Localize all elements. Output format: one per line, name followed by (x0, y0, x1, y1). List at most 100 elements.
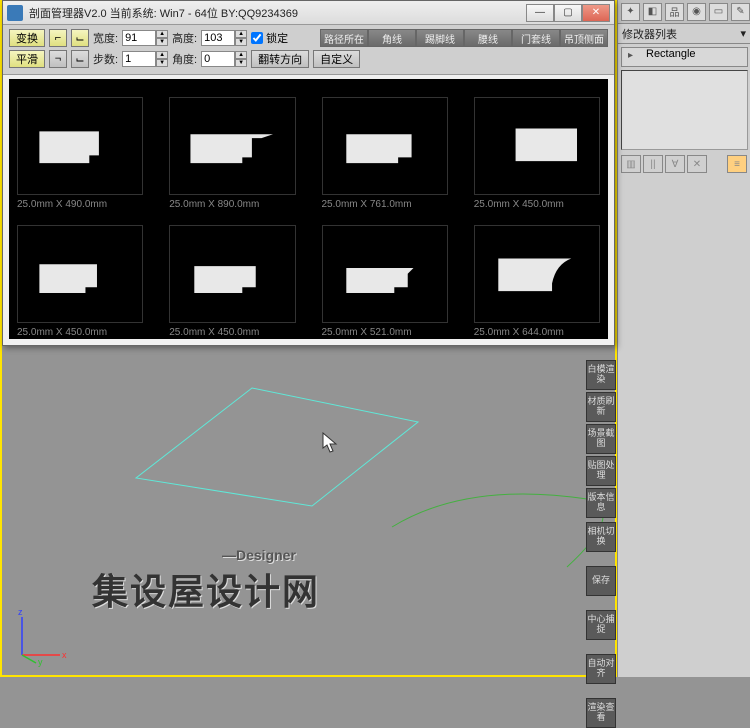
lock-check-input[interactable] (251, 32, 263, 44)
thumb-caption: 25.0mm X 450.0mm (169, 327, 295, 339)
profile-grid: 25.0mm X 490.0mm 25.0mm X 890.0mm 25.0mm… (9, 79, 608, 339)
modifier-controls: ▥ || ∀ ✕ ≡ (621, 153, 747, 175)
smooth-button[interactable]: 平滑 (9, 50, 45, 68)
up-icon[interactable]: ▲ (235, 30, 247, 38)
height-input[interactable] (201, 30, 235, 46)
angle-label: 角度: (172, 51, 197, 67)
corner-tr-icon[interactable]: ¬ (49, 50, 67, 68)
corner-tl-icon[interactable]: ⌐ (49, 29, 67, 47)
profile-thumb[interactable]: 25.0mm X 644.0mm (474, 225, 600, 339)
unique-icon[interactable]: ∀ (665, 155, 685, 173)
angle-input[interactable] (201, 51, 235, 67)
height-spinner[interactable]: ▲▼ (201, 30, 247, 46)
thumb-caption: 25.0mm X 490.0mm (17, 199, 143, 215)
profile-thumb[interactable]: 25.0mm X 450.0mm (169, 225, 295, 339)
window-title: 剖面管理器V2.0 当前系统: Win7 - 64位 BY:QQ9234369 (29, 5, 526, 21)
width-label: 宽度: (93, 30, 118, 46)
lock-checkbox[interactable]: 锁定 (251, 30, 288, 46)
side-toolbar-upper: 白模渲染 材质刷新 场景截图 贴图处理 版本信息 (586, 360, 616, 518)
cat-doorframe[interactable]: 门套线 (512, 29, 560, 47)
steps-label: 步数: (93, 51, 118, 67)
watermark-sub: —Designer (222, 547, 320, 563)
minimize-button[interactable]: — (526, 4, 554, 22)
side-btn-camera[interactable]: 相机切换 (586, 522, 616, 552)
down-icon[interactable]: ▼ (235, 38, 247, 46)
thumb-caption: 25.0mm X 890.0mm (169, 199, 295, 215)
modifier-list-header[interactable]: 修改器列表 ▾ (618, 24, 750, 44)
corner-bl-icon[interactable]: ⌙ (71, 50, 89, 68)
axis-gizmo: z x y (12, 605, 72, 665)
show-end-icon[interactable]: || (643, 155, 663, 173)
angle-spinner[interactable]: ▲▼ (201, 51, 247, 67)
profile-thumb[interactable]: 25.0mm X 450.0mm (474, 97, 600, 215)
side-btn-texture[interactable]: 贴图处理 (586, 456, 616, 486)
wireframe-rectangle[interactable] (132, 382, 422, 512)
command-panel: ✦ ◧ 品 ◉ ▭ ✎ 修改器列表 ▾ Rectangle ▥ || ∀ ✕ ≡ (617, 0, 750, 677)
pin-stack-icon[interactable]: ▥ (621, 155, 641, 173)
close-button[interactable]: ✕ (582, 4, 610, 22)
thumb-caption: 25.0mm X 761.0mm (322, 199, 448, 215)
cat-baseboard[interactable]: 踢脚线 (416, 29, 464, 47)
wireframe-ellipse[interactable] (387, 487, 617, 587)
flip-button[interactable]: 翻转方向 (251, 50, 309, 68)
cursor-icon (322, 432, 340, 454)
motion-tab-icon[interactable]: ◉ (687, 3, 706, 21)
cat-chair[interactable]: 腰线 (464, 29, 512, 47)
modifier-stack-item[interactable]: Rectangle (621, 47, 748, 67)
custom-button[interactable]: 自定义 (313, 50, 360, 68)
side-btn-screenshot[interactable]: 场景截图 (586, 424, 616, 454)
side-btn-version[interactable]: 版本信息 (586, 488, 616, 518)
steps-spinner[interactable]: ▲▼ (122, 51, 168, 67)
down-icon[interactable]: ▼ (235, 59, 247, 67)
lock-label: 锁定 (266, 30, 288, 46)
side-btn-matrefresh[interactable]: 材质刷新 (586, 392, 616, 422)
profile-thumb[interactable]: 25.0mm X 890.0mm (169, 97, 295, 215)
side-btn-snap[interactable]: 中心捕捉 (586, 610, 616, 640)
down-icon[interactable]: ▼ (156, 38, 168, 46)
modifier-list-label: 修改器列表 (622, 26, 677, 42)
utilities-tab-icon[interactable]: ✎ (731, 3, 750, 21)
window-buttons: — ▢ ✕ (526, 4, 610, 22)
maximize-button[interactable]: ▢ (554, 4, 582, 22)
hierarchy-tab-icon[interactable]: 品 (665, 3, 684, 21)
down-icon[interactable]: ▼ (156, 59, 168, 67)
category-bar: 路径所在 角线 踢脚线 腰线 门套线 吊顶侧面 (320, 29, 608, 47)
cat-ceiling[interactable]: 吊顶侧面 (560, 29, 608, 47)
cat-corner[interactable]: 角线 (368, 29, 416, 47)
side-btn-whiterender[interactable]: 白模渲染 (586, 360, 616, 390)
modifier-stack[interactable] (621, 70, 748, 150)
up-icon[interactable]: ▲ (156, 30, 168, 38)
thumb-caption: 25.0mm X 521.0mm (322, 327, 448, 339)
titlebar[interactable]: 剖面管理器V2.0 当前系统: Win7 - 64位 BY:QQ9234369 … (3, 1, 614, 25)
profile-thumb[interactable]: 25.0mm X 450.0mm (17, 225, 143, 339)
up-icon[interactable]: ▲ (156, 51, 168, 59)
replace-button[interactable]: 变换 (9, 29, 45, 47)
up-icon[interactable]: ▲ (235, 51, 247, 59)
profile-thumb[interactable]: 25.0mm X 761.0mm (322, 97, 448, 215)
width-input[interactable] (122, 30, 156, 46)
remove-mod-icon[interactable]: ✕ (687, 155, 707, 173)
axis-z-label: z (18, 607, 23, 617)
side-btn-save[interactable]: 保存 (586, 566, 616, 596)
command-panel-tabs: ✦ ◧ 品 ◉ ▭ ✎ (618, 0, 750, 24)
corner-br-icon[interactable]: ⌙ (71, 29, 89, 47)
thumb-caption: 25.0mm X 644.0mm (474, 327, 600, 339)
create-tab-icon[interactable]: ✦ (621, 3, 640, 21)
side-btn-renderview[interactable]: 渲染查看 (586, 698, 616, 728)
width-spinner[interactable]: ▲▼ (122, 30, 168, 46)
axis-x-label: x (62, 650, 67, 660)
side-toolbar-lower: 相机切换 保存 中心捕捉 自动对齐 渲染查看 (586, 522, 616, 728)
profile-thumb[interactable]: 25.0mm X 490.0mm (17, 97, 143, 215)
modify-tab-icon[interactable]: ◧ (643, 3, 662, 21)
profile-thumb[interactable]: 25.0mm X 521.0mm (322, 225, 448, 339)
app-icon (7, 5, 23, 21)
display-tab-icon[interactable]: ▭ (709, 3, 728, 21)
axis-y-label: y (38, 657, 43, 667)
configure-icon[interactable]: ≡ (727, 155, 747, 173)
dropdown-icon: ▾ (740, 27, 746, 40)
watermark: —Designer 集设屋设计网 (92, 547, 320, 615)
side-btn-align[interactable]: 自动对齐 (586, 654, 616, 684)
steps-input[interactable] (122, 51, 156, 67)
watermark-brand: 集设屋设计网 (92, 571, 320, 612)
cat-path[interactable]: 路径所在 (320, 29, 368, 47)
